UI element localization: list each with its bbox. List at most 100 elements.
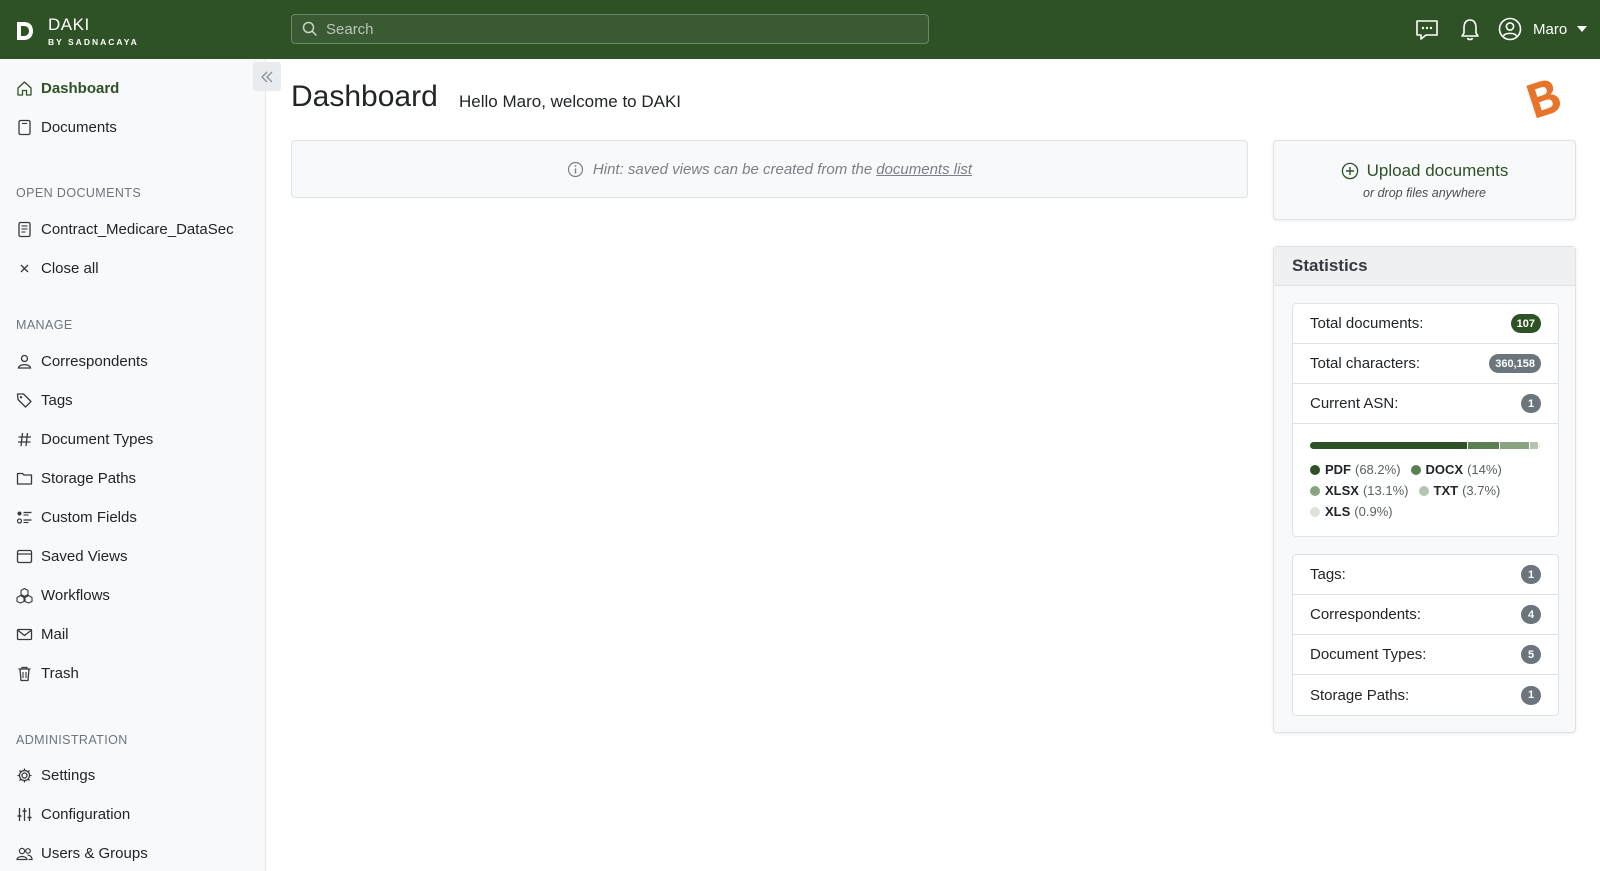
trash-icon [18, 666, 31, 681]
legend-label: XLS [1325, 504, 1351, 519]
app-name: DAKI [48, 15, 90, 34]
documents-list-link[interactable]: documents list [876, 161, 972, 178]
app-subtitle: BY SADNACAYA [48, 37, 139, 47]
administration-heading: ADMINISTRATION [16, 733, 128, 747]
stat-badge: 1 [1521, 565, 1541, 584]
sidebar-item-label: Storage Paths [41, 469, 137, 487]
user-avatar-icon [1498, 17, 1522, 41]
legend-item-pdf: PDF (68.2%) [1310, 462, 1401, 477]
sidebar-item-trash[interactable]: Trash [16, 662, 79, 684]
app-logo[interactable]: DAKI BY SADNACAYA [14, 16, 139, 47]
sidebar-item-label: Document Types [41, 430, 154, 448]
sidebar-item-workflows[interactable]: Workflows [16, 584, 110, 606]
legend-item-txt: TXT (3.7%) [1418, 483, 1501, 498]
sidebar-item-open-document[interactable]: Contract_Medicare_DataSec [16, 218, 234, 240]
file-type-segment-xls [1537, 442, 1540, 449]
sidebar-item-label: Mail [41, 625, 69, 643]
statistics-title: Statistics [1274, 247, 1575, 286]
manage-heading: MANAGE [16, 318, 73, 332]
upload-documents-button[interactable]: Upload documents [1367, 161, 1509, 181]
sidebar-item-dashboard[interactable]: Dashboard [16, 77, 119, 99]
chevron-down-icon [1577, 26, 1588, 32]
sidebar-item-document-types[interactable]: Document Types [16, 428, 153, 450]
file-type-segment-pdf [1310, 442, 1468, 449]
tags-icon [16, 392, 32, 408]
file-type-segment-xlsx [1499, 442, 1530, 449]
legend-label: DOCX [1425, 462, 1464, 477]
legend-dot [1410, 464, 1421, 475]
hint-banner: Hint: saved views can be created from th… [291, 140, 1248, 198]
upload-widget[interactable]: Upload documents or drop files anywhere [1273, 140, 1576, 220]
stat-badge: 1 [1521, 685, 1541, 705]
file-type-bar [1310, 442, 1540, 449]
sidebar-item-label: Users & Groups [41, 844, 148, 862]
sidebar-item-label: Close all [41, 259, 99, 277]
sidebar-item-documents[interactable]: Documents [16, 116, 117, 138]
global-search[interactable] [291, 14, 929, 44]
ui-radios-icon [16, 511, 32, 524]
sidebar-item-mail[interactable]: Mail [16, 623, 69, 645]
legend-dot [1310, 506, 1320, 517]
user-menu[interactable]: Maro [1498, 17, 1588, 41]
sidebar-item-tags[interactable]: Tags [16, 389, 73, 411]
plus-circle-icon [1341, 162, 1358, 180]
upload-hint: or drop files anywhere [1363, 186, 1486, 200]
file-type-segment-txt [1529, 442, 1538, 449]
sidebar-item-correspondents[interactable]: Correspondents [16, 350, 148, 372]
stat-row-total-documents[interactable]: Total documents: 107 [1293, 304, 1558, 344]
sidebar-item-saved-views[interactable]: Saved Views [16, 545, 127, 567]
people-icon [16, 847, 33, 860]
stat-badge: 5 [1521, 645, 1541, 664]
hash-icon [18, 432, 31, 446]
stat-row-current-asn: Current ASN: 1 [1293, 384, 1558, 424]
sidebar-item-label: Trash [41, 664, 79, 682]
legend-percent: (3.7%) [1462, 483, 1501, 498]
stat-label: Current ASN: [1310, 395, 1399, 412]
legend-percent: (14%) [1467, 462, 1502, 477]
search-input[interactable] [326, 20, 906, 38]
sidebar-item-custom-fields[interactable]: Custom Fields [16, 506, 137, 528]
stat-label: Document Types: [1310, 646, 1427, 663]
open-documents-heading: OPEN DOCUMENTS [16, 186, 142, 200]
legend-dot [1310, 464, 1320, 475]
sidebar-item-settings[interactable]: Settings [16, 764, 95, 786]
boxes-icon [16, 587, 33, 604]
envelope-icon [16, 628, 33, 640]
hint-text: Hint: saved views can be created from th… [592, 160, 873, 178]
legend-label: TXT [1433, 483, 1459, 498]
sliders-icon [17, 807, 32, 821]
file-text-icon [18, 221, 31, 237]
sidebar-item-configuration[interactable]: Configuration [16, 803, 130, 825]
file-type-chart: PDF (68.2%) DOCX (14%) XLSX (13.1%) TXT (3.7%) X… [1293, 424, 1558, 536]
legend-item-xlsx: XLSX (13.1%) [1310, 483, 1409, 498]
welcome-message: Hello Maro, welcome to DAKI [459, 92, 682, 111]
stat-label: Storage Paths: [1310, 686, 1410, 704]
sidebar-item-label: Contract_Medicare_DataSec [41, 220, 234, 238]
user-name: Maro [1533, 20, 1568, 38]
folder-icon [16, 472, 33, 485]
stat-row-total-characters: Total characters: 360,158 [1293, 344, 1558, 384]
sidebar-item-users-groups[interactable]: Users & Groups [16, 842, 148, 864]
sidebar-item-storage-paths[interactable]: Storage Paths [16, 467, 136, 489]
chat-icon[interactable] [1414, 17, 1440, 43]
window-stack-icon [16, 549, 33, 563]
sidebar-item-close-all[interactable]: Close all [16, 257, 99, 279]
collapse-sidebar-button[interactable] [253, 62, 281, 91]
legend-percent: (13.1%) [1362, 483, 1409, 498]
legend-dot [1310, 485, 1320, 496]
legend-item-xls: XLS (0.9%) [1310, 504, 1393, 519]
stat-row-storage-paths[interactable]: Storage Paths: 1 [1293, 675, 1558, 715]
statistics-widget: Statistics Total documents: 107 Total ch… [1273, 246, 1576, 733]
stat-row-correspondents[interactable]: Correspondents: 4 [1293, 595, 1558, 635]
gear-icon [17, 768, 32, 782]
legend-label: PDF [1325, 462, 1351, 477]
close-icon [20, 264, 29, 272]
stat-row-document-types[interactable]: Document Types: 5 [1293, 635, 1558, 675]
stat-badge: 4 [1521, 605, 1541, 624]
sidebar-item-label: Custom Fields [41, 508, 137, 526]
sidebar-item-label: Configuration [41, 805, 131, 823]
bell-icon[interactable] [1457, 17, 1483, 43]
stat-badge: 360,158 [1489, 354, 1541, 373]
sidebar-item-label: Dashboard [41, 79, 120, 97]
stat-row-tags[interactable]: Tags: 1 [1293, 555, 1558, 595]
